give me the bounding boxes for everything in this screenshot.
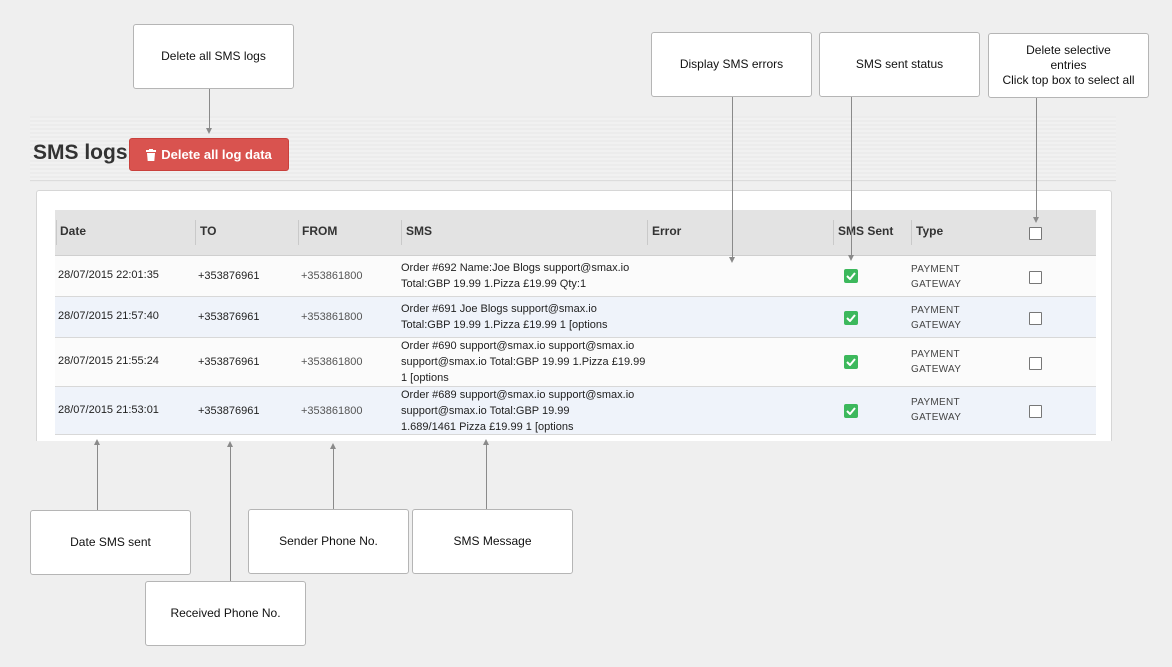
column-separator [195,220,196,245]
check-icon [846,358,856,366]
row-to: +353876961 [198,405,260,417]
table-row: 28/07/2015 21:55:24 +353876961 +35386180… [55,338,1096,387]
check-icon [846,407,856,415]
header-divider [30,180,1116,181]
type-line: GATEWAY [911,364,962,375]
callout-line: Delete selective [1026,43,1111,57]
callout-sender: Sender Phone No. [248,509,409,574]
sent-check-icon [844,355,858,369]
trash-icon [146,148,157,161]
callout-line: Click top box to select all [1002,73,1135,87]
sent-check-icon [844,404,858,418]
header-to[interactable]: TO [200,224,216,238]
row-date: 28/07/2015 21:55:24 [58,355,159,367]
row-to: +353876961 [198,311,260,323]
type-line: GATEWAY [911,320,962,331]
header-sms-sent[interactable]: SMS Sent [838,224,893,238]
row-date: 28/07/2015 21:57:40 [58,310,159,322]
callout-connector [230,447,231,582]
row-type: PAYMENT GATEWAY [911,395,961,425]
row-sms: Order #690 support@smax.io support@smax.… [401,338,661,386]
table-row: 28/07/2015 21:57:40 +353876961 +35386180… [55,297,1096,338]
callout-connector [97,445,98,511]
column-separator [911,220,912,245]
column-separator [56,220,57,245]
sent-check-icon [844,269,858,283]
callout-arrow [1033,217,1039,223]
callout-arrow [848,255,854,261]
sms-line: Total:GBP 19.99 1.Pizza £19.99 Qty:1 [401,278,587,290]
type-line: PAYMENT [911,349,960,360]
header-sms[interactable]: SMS [406,224,432,238]
sms-line: support@smax.io Total:GBP 19.99 [401,405,570,417]
sms-line: Order #691 Joe Blogs support@smax.io [401,303,597,315]
row-select-checkbox[interactable] [1029,312,1042,325]
callout-delete-all: Delete all SMS logs [133,24,294,89]
callout-sent-status: SMS sent status [819,32,980,97]
header-type[interactable]: Type [916,224,943,238]
header-from[interactable]: FROM [302,224,337,238]
row-from: +353861800 [301,405,363,417]
callout-connector [333,449,334,510]
callout-arrow [729,257,735,263]
header-error[interactable]: Error [652,224,681,238]
row-sms: Order #692 Name:Joe Blogs support@smax.i… [401,260,661,292]
sms-line: 1.689/1461 Pizza £19.99 1 [options [401,421,574,433]
row-type: PAYMENT GATEWAY [911,347,961,377]
row-sms: Order #689 support@smax.io support@smax.… [401,387,661,435]
delete-all-label: Delete all log data [161,147,272,162]
callout-date: Date SMS sent [30,510,191,575]
row-select-checkbox[interactable] [1029,357,1042,370]
sms-line: support@smax.io Total:GBP 19.99 1.Pizza … [401,356,646,368]
type-line: GATEWAY [911,412,962,423]
column-separator [833,220,834,245]
callout-line: entries [1050,58,1087,72]
callout-arrow [206,128,212,134]
sms-logs-table: Date TO FROM SMS Error SMS Sent Type 28/… [55,210,1096,435]
row-date: 28/07/2015 22:01:35 [58,269,159,281]
callout-delete-selective: Delete selective entries Click top box t… [988,33,1149,98]
type-line: PAYMENT [911,397,960,408]
delete-all-log-data-button[interactable]: Delete all log data [129,138,289,171]
callout-connector [486,445,487,510]
row-sms: Order #691 Joe Blogs support@smax.io Tot… [401,301,661,333]
callout-received: Received Phone No. [145,581,306,646]
row-to: +353876961 [198,356,260,368]
callout-connector [851,97,852,255]
table-header: Date TO FROM SMS Error SMS Sent Type [55,210,1096,256]
check-icon [846,314,856,322]
row-date: 28/07/2015 21:53:01 [58,404,159,416]
row-type: PAYMENT GATEWAY [911,262,961,292]
sms-line: Order #690 support@smax.io support@smax.… [401,340,635,352]
row-type: PAYMENT GATEWAY [911,303,961,333]
table-row: 28/07/2015 22:01:35 +353876961 +35386180… [55,256,1096,297]
row-select-checkbox[interactable] [1029,405,1042,418]
row-to: +353876961 [198,270,260,282]
row-from: +353861800 [301,270,363,282]
callout-message: SMS Message [412,509,573,574]
row-select-checkbox[interactable] [1029,271,1042,284]
sms-line: Order #689 support@smax.io support@smax.… [401,389,635,401]
page-title: SMS logs [33,141,128,164]
callout-connector [209,89,210,129]
callout-errors: Display SMS errors [651,32,812,97]
sent-check-icon [844,311,858,325]
callout-connector [1036,98,1037,218]
sms-line: Total:GBP 19.99 1.Pizza £19.99 1 [option… [401,319,608,331]
type-line: GATEWAY [911,279,962,290]
type-line: PAYMENT [911,264,960,275]
sms-line: Order #692 Name:Joe Blogs support@smax.i… [401,262,630,274]
select-all-checkbox[interactable] [1029,227,1042,240]
row-from: +353861800 [301,311,363,323]
column-separator [298,220,299,245]
check-icon [846,272,856,280]
header-date[interactable]: Date [60,224,86,238]
column-separator [401,220,402,245]
column-separator [647,220,648,245]
sms-line: 1 [options [401,372,449,384]
type-line: PAYMENT [911,305,960,316]
callout-connector [732,97,733,257]
table-row: 28/07/2015 21:53:01 +353876961 +35386180… [55,387,1096,435]
row-from: +353861800 [301,356,363,368]
